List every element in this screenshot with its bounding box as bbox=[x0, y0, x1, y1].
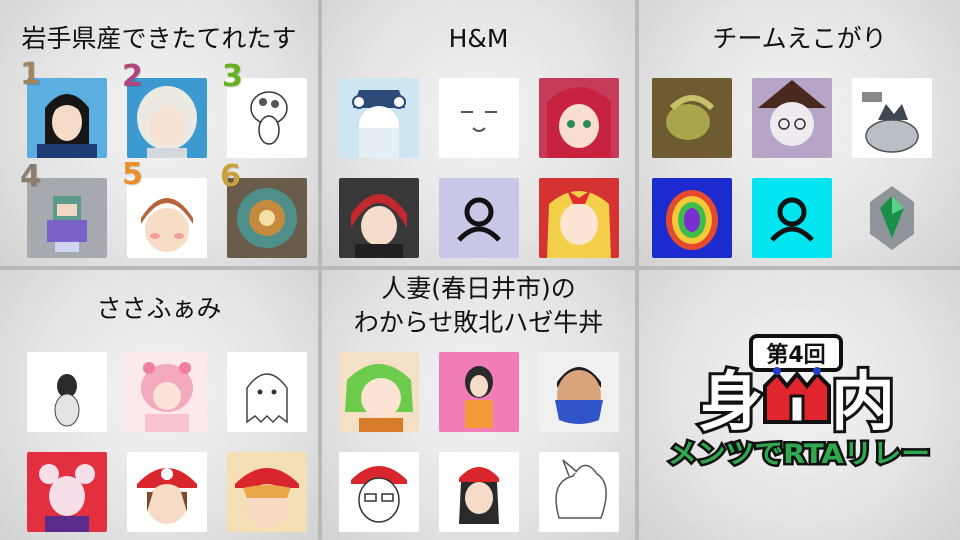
team-name: チームえこがり bbox=[712, 24, 887, 53]
member-number: 2 bbox=[122, 59, 143, 94]
team-panel-5: 人妻(春日井市)の わからせ敗北ハゼ牛丼 bbox=[322, 270, 635, 540]
member-avatar bbox=[852, 178, 932, 258]
member-avatar bbox=[652, 78, 732, 158]
team-panel-3: チームえこがり bbox=[639, 0, 960, 266]
member-avatar bbox=[539, 78, 619, 158]
team-panel-4: ささふぁみ bbox=[0, 270, 318, 540]
team-name-line-2: わからせ敗北ハゼ牛丼 bbox=[353, 308, 604, 337]
logo-edition: 第4回 bbox=[766, 342, 825, 368]
logo-subtitle: メンツでRTAリレー bbox=[668, 439, 930, 470]
member-avatar bbox=[27, 352, 107, 432]
logo-title-right: 内 bbox=[831, 366, 895, 440]
logo-title-left: 身 bbox=[699, 366, 763, 440]
team-panel-2: H&M bbox=[322, 0, 635, 266]
member-avatar bbox=[339, 78, 419, 158]
member-avatar bbox=[127, 452, 207, 532]
member-avatar bbox=[127, 352, 207, 432]
team-panel-1: 岩手県産できたてれたす 1 2 3 4 5 6 bbox=[0, 0, 318, 266]
member-avatar bbox=[539, 178, 619, 258]
member-number: 1 bbox=[20, 57, 41, 92]
logo-castle-icon bbox=[763, 367, 831, 424]
member-avatar bbox=[752, 78, 832, 158]
member-avatar bbox=[339, 352, 419, 432]
member-avatar bbox=[852, 78, 932, 158]
logo-edition-badge: 第4回 bbox=[749, 334, 843, 372]
member-avatar bbox=[227, 352, 307, 432]
member-avatar bbox=[27, 452, 107, 532]
logo-panel: 第4回 身 内 メンツでRTAリレー bbox=[639, 270, 960, 540]
team-name: ささふぁみ bbox=[96, 294, 222, 323]
member-number: 4 bbox=[20, 159, 41, 194]
member-avatar bbox=[339, 178, 419, 258]
team-name: 岩手県産できたてれたす bbox=[21, 24, 297, 53]
member-avatar bbox=[439, 352, 519, 432]
member-number: 6 bbox=[220, 159, 241, 194]
member-number: 3 bbox=[222, 59, 243, 94]
member-avatar bbox=[539, 352, 619, 432]
event-logo: 第4回 身 内 メンツでRTAリレー bbox=[666, 334, 933, 473]
member-avatar bbox=[227, 452, 307, 532]
member-avatar bbox=[652, 178, 732, 258]
member-avatar bbox=[439, 452, 519, 532]
member-avatar bbox=[339, 452, 419, 532]
member-avatar bbox=[752, 178, 832, 258]
team-name-line-1: 人妻(春日井市)の bbox=[381, 274, 576, 303]
member-avatar bbox=[539, 452, 619, 532]
member-avatar bbox=[439, 178, 519, 258]
member-avatar bbox=[439, 78, 519, 158]
member-number: 5 bbox=[122, 157, 143, 192]
team-grid: 岩手県産できたてれたす 1 2 3 4 5 6 H&M チームえこがり ささふぁ… bbox=[0, 0, 960, 540]
team-name: H&M bbox=[448, 24, 509, 53]
